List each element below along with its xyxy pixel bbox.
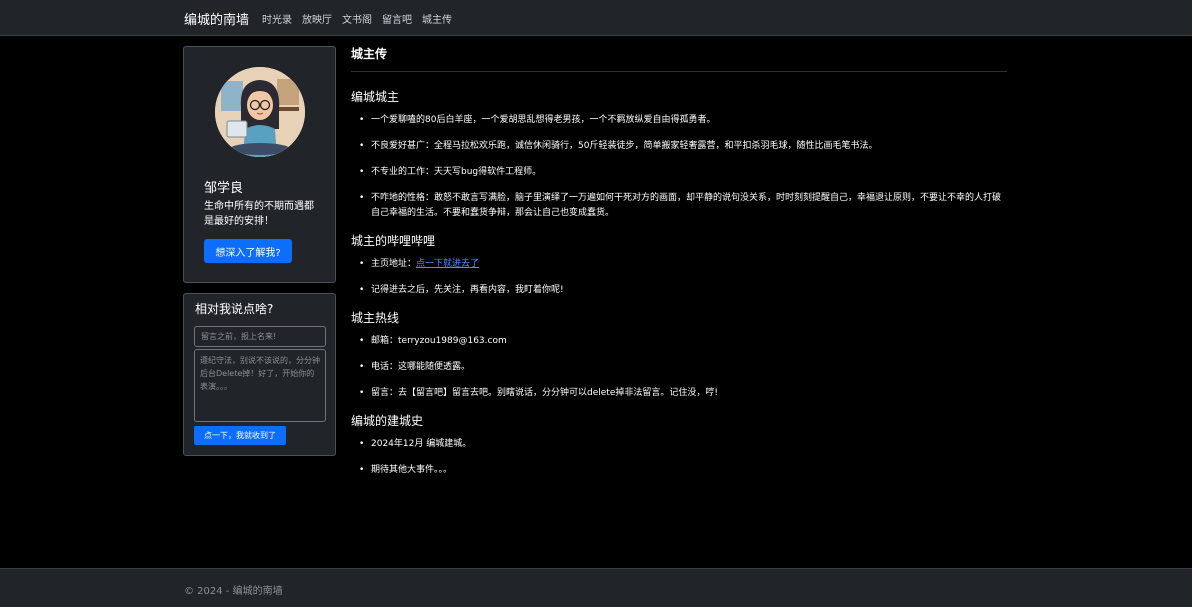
- nav-links: 时光录 放映厅 文书阁 留言吧 城主传: [262, 11, 452, 26]
- message-textarea[interactable]: [194, 349, 326, 422]
- top-navbar: 编城的南墙 时光录 放映厅 文书阁 留言吧 城主传: [0, 0, 1192, 36]
- section-title-contact: 城主热线: [351, 311, 400, 325]
- profile-motto: 生命中所有的不期而遇都是最好的安排！: [204, 201, 314, 227]
- avatar: [215, 67, 305, 157]
- avatar-illustration-icon: [215, 67, 305, 157]
- bilibili-list: 主页地址：点一下就进去了 记得进去之后，先关注，再看内容，我盯着你呢!: [351, 257, 1007, 298]
- list-item: 不咋地的性格：敢怒不敢言写满脸，脑子里演绎了一万遍如何干死对方的画面，却平静的说…: [359, 191, 1007, 221]
- message-card-title: 相对我说点啥?: [195, 302, 274, 316]
- footer: © 2024 - 编城的南墙: [0, 568, 1192, 607]
- name-input[interactable]: [194, 326, 326, 347]
- learn-more-button[interactable]: 想深入了解我?: [204, 239, 292, 263]
- bilibili-home-link[interactable]: 点一下就进去了: [416, 259, 479, 269]
- list-item: 不专业的工作：天天写bug得软件工程师。: [359, 165, 1007, 180]
- home-url-label: 主页地址：: [371, 259, 417, 269]
- list-item: 记得进去之后，先关注，再看内容，我盯着你呢!: [359, 283, 1007, 298]
- list-item: 一个爱聊嗑的80后白羊座，一个爱胡思乱想得老男孩，一个不羁放纵爱自由得孤勇者。: [359, 113, 1007, 128]
- section-title-bilibili: 城主的哔哩哔哩: [351, 234, 436, 248]
- main-content: 城主传 编城城主 一个爱聊嗑的80后白羊座，一个爱胡思乱想得老男孩，一个不羁放纵…: [351, 46, 1007, 489]
- list-item: 期待其他大事件。。。: [359, 463, 1007, 478]
- nav-link-chengzhuzhuan[interactable]: 城主传: [422, 11, 452, 26]
- page-title: 城主传: [351, 46, 1007, 72]
- profile-card: 邹学良 生命中所有的不期而遇都是最好的安排！ 想深入了解我?: [183, 46, 336, 283]
- list-item: 电话：这哪能随便透露。: [359, 360, 1007, 375]
- list-item: 主页地址：点一下就进去了: [359, 257, 1007, 272]
- contact-list: 邮箱：terryzou1989@163.com 电话：这哪能随便透露。 留言：去…: [351, 334, 1007, 401]
- submit-message-button[interactable]: 点一下，我就收到了: [194, 426, 286, 445]
- message-card: 相对我说点啥? 点一下，我就收到了: [183, 293, 336, 456]
- footer-copyright: © 2024 - 编城的南墙: [184, 586, 283, 597]
- nav-link-shiguanglu[interactable]: 时光录: [262, 11, 292, 26]
- list-item: 不良爱好甚广：全程马拉松欢乐跑，诚信休闲骑行，50斤轻装徒步，简单搬家轻奢露营，…: [359, 139, 1007, 154]
- list-item: 留言：去【留言吧】留言去吧。别瞎说话，分分钟可以delete掉非法留言。记住没，…: [359, 386, 1007, 401]
- nav-link-wenshuge[interactable]: 文书阁: [342, 11, 372, 26]
- nav-link-liuyanba[interactable]: 留言吧: [382, 11, 412, 26]
- list-item: 2024年12月 编城建城。: [359, 437, 1007, 452]
- owner-list: 一个爱聊嗑的80后白羊座，一个爱胡思乱想得老男孩，一个不羁放纵爱自由得孤勇者。 …: [351, 113, 1007, 221]
- site-brand[interactable]: 编城的南墙: [184, 9, 249, 28]
- nav-link-fangyingting[interactable]: 放映厅: [302, 11, 332, 26]
- section-title-history: 编城的建城史: [351, 414, 424, 428]
- history-list: 2024年12月 编城建城。 期待其他大事件。。。: [351, 437, 1007, 478]
- section-title-owner: 编城城主: [351, 90, 400, 104]
- list-item: 邮箱：terryzou1989@163.com: [359, 334, 1007, 349]
- profile-name: 邹学良: [204, 181, 244, 196]
